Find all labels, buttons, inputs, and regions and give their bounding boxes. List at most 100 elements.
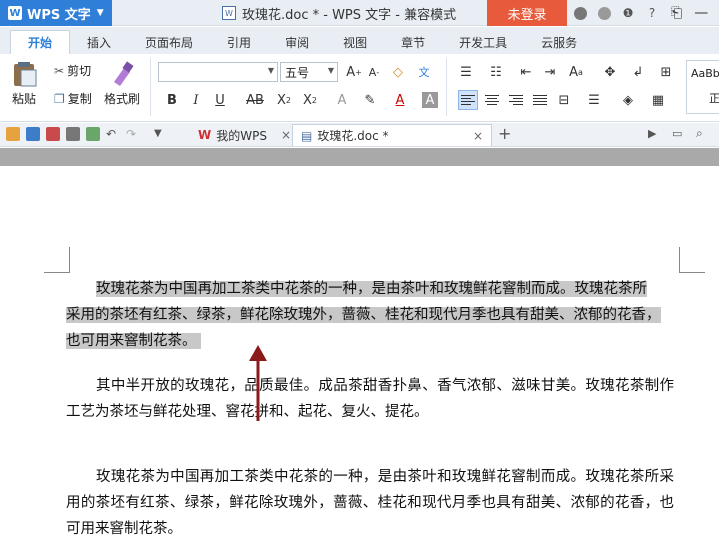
format-painter-label: 格式刷 — [104, 92, 141, 106]
paste-button[interactable]: 粘贴 — [10, 60, 38, 107]
show-marks-icon[interactable]: ↲ — [628, 62, 648, 82]
feedback-icon[interactable]: ❶ — [620, 5, 636, 21]
copy-button[interactable]: ❐ 复制 — [54, 90, 92, 107]
increase-indent-icon[interactable]: ⇥ — [540, 62, 560, 82]
save-icon[interactable] — [26, 127, 40, 141]
italic-icon[interactable]: I — [186, 90, 206, 110]
wps-logo-icon: W — [8, 6, 22, 20]
copy-label: 复制 — [67, 92, 92, 106]
align-left-button[interactable] — [458, 90, 478, 110]
ribbon-tabs: 开始 插入 页面布局 引用 审阅 视图 章节 开发工具 云服务 — [0, 27, 719, 54]
highlight-icon[interactable]: ✎ — [360, 90, 380, 110]
settings-icon[interactable] — [596, 5, 612, 21]
close-icon[interactable]: × — [473, 129, 483, 143]
table-icon[interactable]: ⊞ — [656, 62, 676, 82]
margin-mark-top-right — [679, 247, 705, 273]
paragraph-1[interactable]: 玫瑰花茶为中国再加工茶类中花茶的一种，是由茶叶和玫瑰鲜花窨制而成。玫瑰花茶所 采… — [66, 276, 674, 354]
window-title: W 玫瑰花.doc * - WPS 文字 - 兼容模式 — [222, 0, 456, 26]
paragraph-2[interactable]: 其中半开放的玫瑰花，品质最佳。成品茶甜香扑鼻、香气浓郁、滋味甘美。玫瑰花茶制作工… — [66, 373, 674, 425]
doc-tab-home[interactable]: W 我的WPS × — [190, 124, 299, 146]
video-icon[interactable]: ▶ — [648, 127, 656, 140]
justify-button[interactable] — [530, 90, 550, 110]
tab-home[interactable]: 开始 — [10, 30, 71, 54]
borders-icon[interactable]: ▦ — [648, 90, 668, 110]
phonetic-icon[interactable]: 文 — [414, 62, 434, 82]
cut-button[interactable]: ✂ 剪切 — [54, 62, 91, 79]
char-shading-icon[interactable]: A — [422, 92, 438, 108]
align-center-button[interactable] — [482, 90, 502, 110]
clipboard-icon — [14, 62, 37, 87]
wps-logo-icon: W — [198, 128, 212, 142]
line-spacing-icon[interactable]: ☰ — [584, 90, 604, 110]
align-center-icon — [485, 94, 499, 106]
align-right-icon — [509, 94, 523, 106]
font-name-select[interactable]: ▼ — [158, 62, 278, 82]
search-icon[interactable]: ⌕ — [696, 126, 703, 141]
format-painter-button[interactable]: 格式刷 — [104, 60, 140, 107]
font-color-icon[interactable]: A — [390, 90, 410, 110]
login-button[interactable]: 未登录 — [487, 0, 567, 26]
shrink-font-icon[interactable]: A- — [364, 62, 384, 82]
shading-icon[interactable]: ◈ — [618, 90, 638, 110]
tab-section[interactable]: 章节 — [384, 30, 442, 54]
doc-tab-current-label: 玫瑰花.doc * — [317, 129, 389, 143]
clear-format-icon[interactable]: ◇ — [388, 62, 408, 82]
redo-icon[interactable]: ↷ — [126, 127, 140, 141]
skin-icon[interactable] — [572, 5, 588, 21]
selected-text[interactable]: 也可用来窨制花茶。 — [66, 333, 201, 349]
superscript-icon[interactable]: X2 — [274, 90, 294, 110]
quick-access-bar: ↶ ↷ ▼ W 我的WPS × ▤ 玫瑰花.doc * × + ▶ ▭ ⌕ — [0, 123, 719, 147]
minimize-icon[interactable]: — — [694, 5, 708, 21]
title-bar: W WPS 文字 ▼ W 玫瑰花.doc * - WPS 文字 - 兼容模式 未… — [0, 0, 719, 26]
cut-label: 剪切 — [67, 64, 92, 78]
grow-font-icon[interactable]: A + — [344, 62, 364, 82]
tab-references[interactable]: 引用 — [210, 30, 268, 54]
new-tab-icon[interactable]: + — [498, 124, 511, 143]
close-icon[interactable]: × — [281, 128, 291, 142]
doc-tab-home-label: 我的WPS — [216, 128, 267, 143]
annotation-arrow-icon — [249, 345, 267, 421]
paste-label: 粘贴 — [11, 92, 36, 106]
ribbon-toolbar: 粘贴 ✂ 剪切 ❐ 复制 格式刷 ▼ 五号 ▼ A + A- ◇ 文 B I U … — [0, 54, 719, 122]
restore-icon[interactable]: ⎗ — [671, 5, 682, 21]
paragraph-3[interactable]: 玫瑰花茶为中国再加工茶类中花茶的一种，是由茶叶和玫瑰鲜花窨制而成。玫瑰花茶所采用… — [66, 464, 674, 539]
styles-gallery[interactable]: AaBb 正 — [686, 60, 719, 114]
undo-icon[interactable]: ↶ — [106, 127, 120, 141]
chinese-layout-icon[interactable]: ✥ — [600, 62, 620, 82]
help-icon[interactable]: ? — [644, 5, 660, 21]
tab-insert[interactable]: 插入 — [70, 30, 128, 54]
text-effect-icon[interactable]: A — [332, 90, 352, 110]
underline-icon[interactable]: U — [210, 90, 230, 110]
pdf-export-icon[interactable] — [46, 127, 60, 141]
doc-tab-current[interactable]: ▤ 玫瑰花.doc * × — [292, 124, 492, 146]
brush-icon — [114, 61, 134, 86]
decrease-indent-icon[interactable]: ⇤ — [516, 62, 536, 82]
print-preview-icon[interactable] — [86, 127, 100, 141]
style-name: 正 — [709, 92, 719, 105]
open-folder-icon[interactable] — [6, 127, 20, 141]
tab-cloud[interactable]: 云服务 — [524, 30, 594, 54]
change-case-icon[interactable]: Aa — [566, 62, 586, 82]
tab-review[interactable]: 审阅 — [268, 30, 326, 54]
tab-view[interactable]: 视图 — [326, 30, 384, 54]
print-icon[interactable] — [66, 127, 80, 141]
chevron-down-icon[interactable]: ▼ — [154, 127, 168, 141]
distribute-button[interactable]: ⊟ — [554, 90, 574, 110]
selected-text[interactable]: 采用的茶坯有红茶、绿茶，鲜花除玫瑰外，蔷薇、桂花和现代月季也具有甜美、浓郁的花香… — [66, 307, 661, 323]
selected-text[interactable]: 玫瑰花茶为中国再加工茶类中花茶的一种，是由茶叶和玫瑰鲜花窨制而成。玫瑰花茶所 — [96, 281, 647, 297]
bullets-icon[interactable]: ☰ — [456, 62, 476, 82]
chevron-down-icon: ▼ — [267, 66, 274, 75]
document-background — [0, 148, 719, 166]
bold-icon[interactable]: B — [162, 90, 182, 110]
app-name: WPS 文字 — [27, 7, 91, 23]
subscript-icon[interactable]: X2 — [300, 90, 320, 110]
tab-developer[interactable]: 开发工具 — [442, 30, 524, 54]
numbering-icon[interactable]: ☷ — [486, 62, 506, 82]
align-right-button[interactable] — [506, 90, 526, 110]
tab-page-layout[interactable]: 页面布局 — [128, 30, 210, 54]
strikethrough-icon[interactable]: AB — [242, 90, 268, 110]
app-menu-button[interactable]: W WPS 文字 ▼ — [0, 0, 112, 26]
doc-file-icon: W — [222, 6, 236, 20]
font-size-select[interactable]: 五号 ▼ — [280, 62, 338, 82]
chat-icon[interactable]: ▭ — [672, 127, 682, 140]
